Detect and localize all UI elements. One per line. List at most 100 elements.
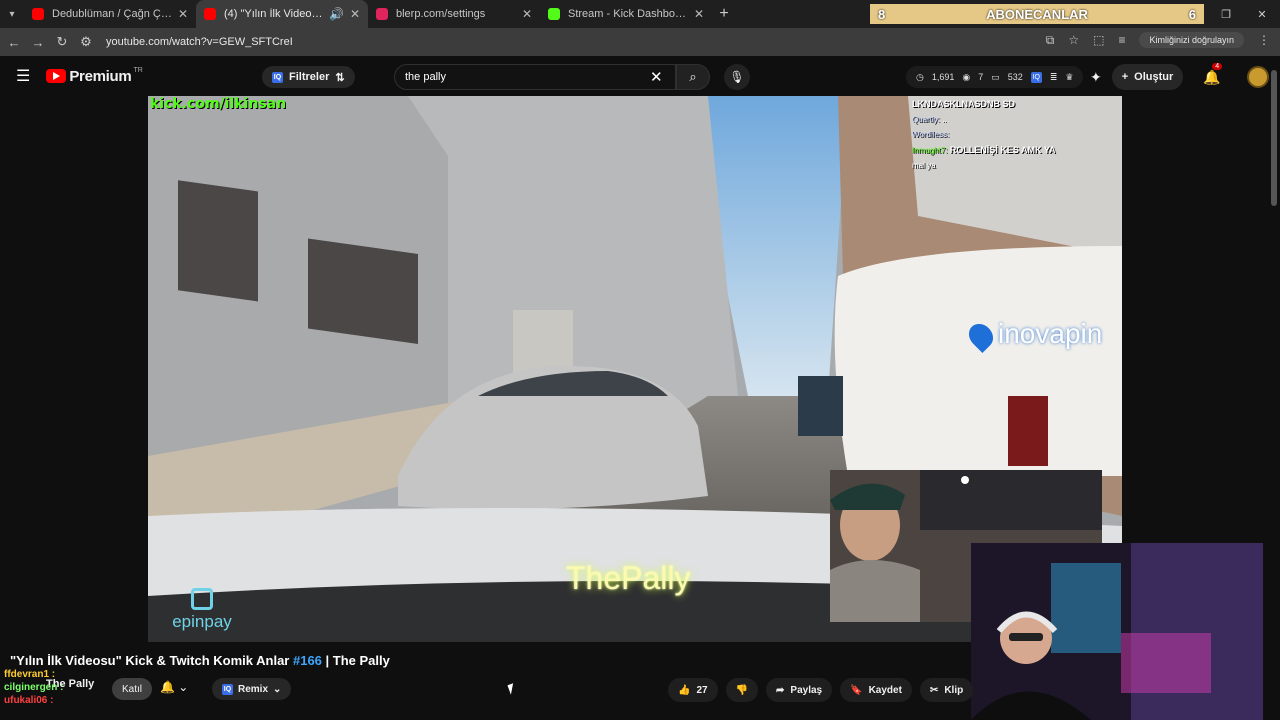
bell-icon: 🔔: [1203, 68, 1221, 85]
browser-tab[interactable]: blerp.com/settings ✕: [368, 0, 540, 28]
map-pin-icon: [964, 318, 998, 353]
video-title: "Yılın İlk Videosu" Kick & Twitch Komik …: [10, 653, 390, 668]
clock-icon: ◷: [916, 71, 924, 82]
back-icon[interactable]: ←: [2, 35, 26, 50]
extension-puzzle-icon[interactable]: ✦: [1090, 69, 1102, 86]
extensions-icon[interactable]: ⬚: [1093, 33, 1104, 47]
title-tail: | The Pally: [321, 653, 390, 668]
search-value: the pally: [405, 71, 446, 83]
forward-icon[interactable]: →: [26, 35, 50, 50]
overlay-chat: ffdevran1 : cilginergen : ufukali06 :: [4, 668, 63, 707]
dislike-button[interactable]: 👎: [725, 678, 759, 702]
goal-left-count: 8: [878, 6, 886, 22]
brand-label: Premium: [69, 67, 132, 85]
chat-message: ROLLENİŞİ KES AMK YA: [949, 145, 1056, 155]
goal-right-count: 6: [1188, 6, 1196, 22]
video-actions: 👍 27 👎 ➦ Paylaş 🔖 Kaydet ✂ Klip: [668, 678, 974, 702]
chat-message: LKNDASKLNASDNB SD: [912, 99, 1015, 109]
share-icon: ➦: [776, 684, 785, 696]
browser-tab-active[interactable]: (4) "Yılın İlk Videosu" Kick & 🔊 ✕: [196, 0, 368, 28]
account-avatar[interactable]: [1246, 66, 1269, 88]
stat-3: 532: [1007, 72, 1023, 82]
window-controls: ❐ ✕: [1208, 0, 1280, 28]
create-label: Oluştur: [1134, 71, 1174, 83]
filter-extension-icon: IQ: [272, 71, 283, 83]
chat-line: Inmught7: ROLLENİŞİ KES AMK YA: [908, 142, 1122, 158]
title-text: "Yılın İlk Videosu" Kick & Twitch Komik …: [10, 653, 293, 668]
close-tab-icon[interactable]: ✕: [522, 7, 532, 21]
blerp-favicon-icon: [376, 8, 388, 20]
chat-message: mal ya: [912, 161, 936, 170]
reading-list-icon[interactable]: ≡: [1118, 33, 1125, 47]
like-count: 27: [696, 684, 708, 696]
youtube-play-icon: [46, 69, 67, 83]
youtube-favicon-icon: [204, 8, 216, 20]
sliders-icon: ⇅: [335, 71, 345, 84]
browser-tab[interactable]: Dedublüman / Çağn Çelik - Ga ✕: [24, 0, 196, 28]
tab-search-dropdown[interactable]: ▾: [0, 0, 24, 28]
reload-icon[interactable]: ↻: [50, 34, 74, 50]
tab-title: Dedublüman / Çağn Çelik - Ga: [52, 8, 172, 20]
bookmark-star-icon[interactable]: ☆: [1068, 33, 1079, 47]
comment-icon: ▭: [991, 71, 1000, 82]
like-button[interactable]: 👍 27: [668, 678, 718, 702]
close-tab-icon[interactable]: ✕: [350, 7, 360, 21]
restore-window-icon[interactable]: ❐: [1208, 8, 1244, 21]
bookmark-icon: 🔖: [850, 684, 863, 696]
speaker-icon[interactable]: 🔊: [329, 7, 344, 21]
clip-button[interactable]: ✂ Klip: [919, 678, 974, 702]
chat-line: Wordiless:: [908, 127, 1122, 142]
verify-identity-button[interactable]: Kimliğinizi doğrulayın: [1139, 32, 1244, 48]
subscriber-goal-bar: 8 ABONECANLAR 6: [870, 4, 1204, 24]
voice-search-button[interactable]: 🎙: [724, 64, 750, 90]
close-tab-icon[interactable]: ✕: [178, 7, 188, 21]
search-button[interactable]: ⌕: [676, 64, 710, 90]
notification-badge: 4: [1212, 62, 1223, 70]
overlay-chat-user: ufukali06 :: [4, 695, 54, 706]
notifications-button[interactable]: 🔔 4: [1203, 62, 1223, 86]
clip-label: Klip: [944, 684, 964, 696]
award-icon[interactable]: ♛: [1065, 72, 1073, 83]
url-field[interactable]: youtube.com/watch?v=GEW_SFTCreI: [106, 36, 293, 48]
share-label: Paylaş: [790, 684, 823, 696]
chat-line: LKNDASKLNASDNB SD: [908, 96, 1122, 112]
tab-title: Stream - Kick Dashboard: [568, 8, 688, 20]
chat-user: Inmught7:: [912, 146, 948, 155]
search-input[interactable]: the pally: [394, 64, 676, 90]
youtube-logo[interactable]: Premium TR: [46, 66, 143, 85]
epinpay-label: epinpay: [172, 612, 232, 631]
kick-favicon-icon: [548, 8, 560, 20]
site-info-icon[interactable]: ⚙: [74, 34, 98, 50]
filters-button[interactable]: IQ Filtreler ⇅: [262, 66, 355, 88]
microphone-icon: 🎙: [729, 70, 745, 84]
close-window-icon[interactable]: ✕: [1244, 8, 1280, 21]
browser-menu-icon[interactable]: ⋮: [1258, 33, 1270, 47]
subscribe-bell-icon[interactable]: 🔔 ⌄: [160, 680, 188, 694]
remix-label: Remix: [238, 683, 269, 695]
close-tab-icon[interactable]: ✕: [694, 7, 704, 21]
cast-icon[interactable]: ⧉: [1046, 33, 1055, 48]
extension-stats: ◷ 1,691 ◉ 7 ▭ 532 IQ ≣ ♛: [906, 66, 1084, 88]
inovapin-label: inovapin: [998, 318, 1103, 349]
remix-button[interactable]: IQ Remix ⌄: [212, 678, 292, 700]
overlay-chat-user: cilginergen :: [4, 682, 64, 693]
overlay-chat-user: ffdevran1 :: [4, 669, 56, 680]
page-scrollbar[interactable]: [1271, 70, 1277, 206]
filters-label: Filtreler: [289, 71, 330, 83]
list-icon[interactable]: ≣: [1050, 72, 1058, 83]
join-button[interactable]: Katıl: [112, 678, 152, 700]
stream-chat-overlay: LKNDASKLNASDNB SD Quartly: .. Wordiless:…: [908, 96, 1122, 173]
save-button[interactable]: 🔖 Kaydet: [840, 678, 912, 702]
browser-tab[interactable]: Stream - Kick Dashboard ✕: [540, 0, 712, 28]
extension-icon[interactable]: IQ: [1030, 71, 1042, 83]
plus-icon: +: [1121, 71, 1129, 83]
region-label: TR: [133, 66, 143, 74]
menu-icon[interactable]: ☰: [16, 66, 30, 86]
title-hashtag[interactable]: #166: [293, 653, 322, 668]
clear-search-icon[interactable]: ✕: [650, 68, 663, 86]
new-tab-button[interactable]: +: [712, 5, 736, 23]
share-button[interactable]: ➦ Paylaş: [766, 678, 833, 702]
create-button[interactable]: + Oluştur: [1111, 64, 1184, 90]
tab-title: (4) "Yılın İlk Videosu" Kick &: [224, 8, 323, 20]
header-right: ✦ + Oluştur 🔔 4: [1090, 62, 1269, 90]
